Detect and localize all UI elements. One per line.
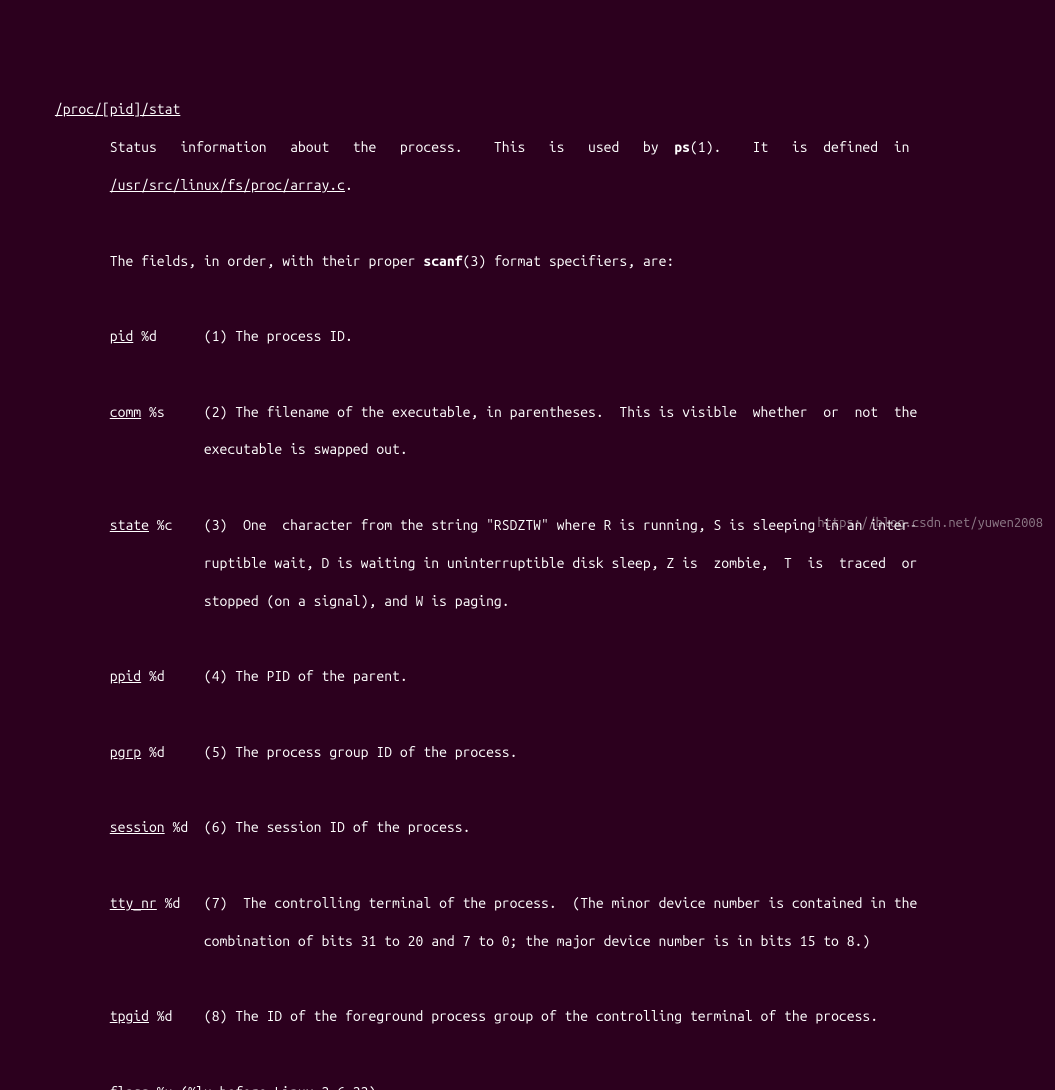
field-state: state xyxy=(110,517,149,533)
field-pgrp: pgrp xyxy=(110,744,141,760)
man-page-body: /proc/[pid]/stat Status information abou… xyxy=(0,76,1055,1090)
source-file: /usr/src/linux/fs/proc/array.c xyxy=(110,177,345,193)
section-path: /proc/[pid]/stat xyxy=(55,101,180,117)
field-session: session xyxy=(110,819,165,835)
field-tty-nr: tty_nr xyxy=(110,895,157,911)
field-flags: flags xyxy=(110,1084,149,1090)
intro-text: Status information about the process. Th… xyxy=(110,139,674,155)
field-comm: comm xyxy=(110,404,141,420)
watermark-text: https://blog.csdn.net/yuwen2008 xyxy=(817,515,1043,533)
ps-ref: ps xyxy=(674,139,690,155)
field-ppid: ppid xyxy=(110,668,141,684)
field-tpgid: tpgid xyxy=(110,1008,149,1024)
scanf-ref: scanf xyxy=(423,253,462,269)
field-pid: pid xyxy=(110,328,134,344)
